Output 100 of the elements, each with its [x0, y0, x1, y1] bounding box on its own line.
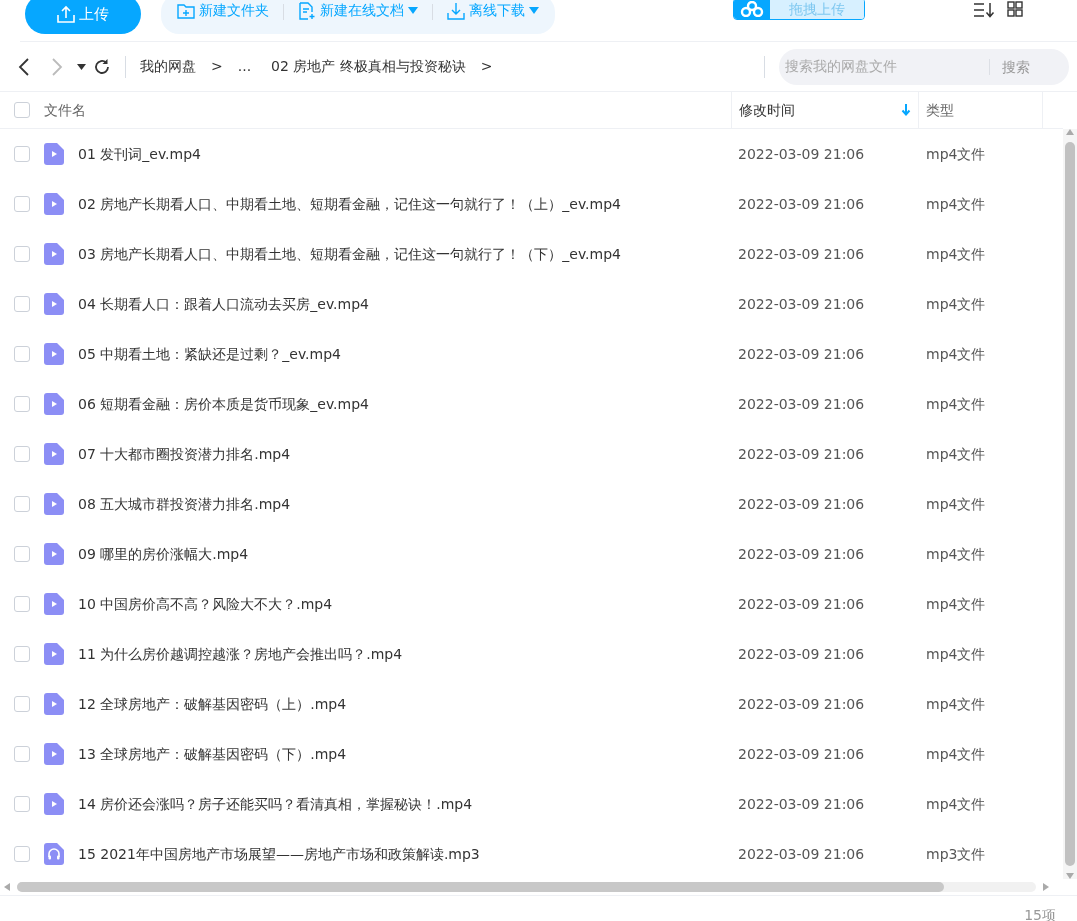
- caret-down-icon[interactable]: [77, 63, 86, 70]
- video-file-icon: [44, 443, 64, 465]
- file-type: mp4文件: [926, 795, 986, 812]
- file-name[interactable]: 11 为什么房价越调控越涨？房地产会推出吗？.mp4: [78, 643, 403, 665]
- video-file-icon: [44, 493, 64, 515]
- item-count: 15项: [1024, 905, 1056, 921]
- scrollbar-thumb[interactable]: [16, 882, 944, 892]
- select-all-checkbox[interactable]: [14, 102, 30, 118]
- row-checkbox[interactable]: [14, 146, 30, 162]
- row-checkbox[interactable]: [14, 396, 30, 412]
- file-type: mp3文件: [926, 845, 986, 862]
- row-checkbox[interactable]: [14, 196, 30, 212]
- vertical-scrollbar[interactable]: [1063, 129, 1077, 879]
- modified-time: 2022-03-09 21:06: [738, 145, 865, 162]
- modified-time: 2022-03-09 21:06: [738, 795, 865, 812]
- modified-time: 2022-03-09 21:06: [738, 195, 865, 212]
- file-name[interactable]: 04 长期看人口：跟着人口流动去买房_ev.mp4: [78, 293, 369, 315]
- column-header[interactable]: 文件名: [44, 99, 86, 121]
- row-checkbox[interactable]: [14, 796, 30, 812]
- file-type: mp4文件: [926, 195, 986, 212]
- file-name[interactable]: 10 中国房价高不高？风险大不大？.mp4: [78, 593, 333, 615]
- refresh-icon[interactable]: [93, 57, 111, 76]
- scrollbar-thumb[interactable]: [1065, 142, 1075, 866]
- video-file-icon: [44, 193, 64, 215]
- video-file-icon: [44, 243, 64, 265]
- modified-time: 2022-03-09 21:06: [738, 645, 865, 662]
- file-name[interactable]: 12 全球房地产：破解基因密码（上）.mp4: [78, 693, 347, 715]
- grid-view-icon[interactable]: [1007, 1, 1023, 17]
- file-name[interactable]: 03 房地产长期看人口、中期看土地、短期看金融，记住这一句就行了！（下）_ev.mp4: [78, 243, 621, 265]
- file-name[interactable]: 05 中期看土地：紧缺还是过剩？_ev.mp4: [78, 343, 341, 365]
- folder-plus-icon: [177, 2, 195, 19]
- caret-down-icon: [529, 6, 539, 15]
- video-file-icon: [44, 593, 64, 615]
- breadcrumb-item[interactable]: 我的网盘: [140, 56, 196, 77]
- modified-time: 2022-03-09 21:06: [738, 395, 865, 412]
- modified-time: 2022-03-09 21:06: [738, 345, 865, 362]
- row-checkbox[interactable]: [14, 246, 30, 262]
- file-name[interactable]: 08 五大城市群投资潜力排名.mp4: [78, 493, 291, 515]
- modified-time: 2022-03-09 21:06: [738, 495, 865, 512]
- file-type: mp4文件: [926, 445, 986, 462]
- modified-time: 2022-03-09 21:06: [738, 545, 865, 562]
- breadcrumb-item[interactable]: ...: [237, 56, 252, 77]
- video-file-icon: [44, 293, 64, 315]
- modified-time: 2022-03-09 21:06: [738, 845, 865, 862]
- row-checkbox[interactable]: [14, 596, 30, 612]
- file-name[interactable]: 07 十大都市圈投资潜力排名.mp4: [78, 443, 291, 465]
- file-name[interactable]: 13 全球房地产：破解基因密码（下）.mp4: [78, 743, 347, 765]
- row-checkbox[interactable]: [14, 846, 30, 862]
- file-type: mp4文件: [926, 495, 986, 512]
- breadcrumb-item[interactable]: 02 房地产 终极真相与投资秘诀: [271, 56, 466, 77]
- file-name[interactable]: 06 短期看金融：房价本质是货币现象_ev.mp4: [78, 393, 369, 415]
- scroll-right-icon[interactable]: [1042, 883, 1049, 891]
- column-header[interactable]: 修改时间: [739, 99, 795, 121]
- row-checkbox[interactable]: [14, 746, 30, 762]
- modified-time: 2022-03-09 21:06: [738, 595, 865, 612]
- video-file-icon: [44, 643, 64, 665]
- scroll-left-icon[interactable]: [3, 883, 10, 891]
- sort-icon[interactable]: [973, 2, 995, 18]
- file-type: mp4文件: [926, 245, 986, 262]
- scroll-down-icon[interactable]: [1066, 873, 1074, 879]
- file-name[interactable]: 14 房价还会涨吗？房子还能买吗？看清真相，掌握秘诀！.mp4: [78, 793, 473, 815]
- file-type: mp4文件: [926, 645, 986, 662]
- row-checkbox[interactable]: [14, 296, 30, 312]
- audio-file-icon: [44, 843, 64, 865]
- file-name[interactable]: 09 哪里的房价涨幅大.mp4: [78, 543, 249, 565]
- row-checkbox[interactable]: [14, 646, 30, 662]
- modified-time: 2022-03-09 21:06: [738, 295, 865, 312]
- file-type: mp4文件: [926, 145, 986, 162]
- column-header[interactable]: 类型: [926, 99, 954, 121]
- row-checkbox[interactable]: [14, 446, 30, 462]
- file-type: mp4文件: [926, 745, 986, 762]
- sort-down-arrow-icon[interactable]: [901, 104, 911, 116]
- breadcrumb-item[interactable]: >: [480, 56, 493, 77]
- file-type: mp4文件: [926, 295, 986, 312]
- file-type: mp4文件: [926, 345, 986, 362]
- scroll-up-icon[interactable]: [1066, 129, 1074, 135]
- row-checkbox[interactable]: [14, 496, 30, 512]
- modified-time: 2022-03-09 21:06: [738, 245, 865, 262]
- video-file-icon: [44, 543, 64, 565]
- video-file-icon: [44, 343, 64, 365]
- file-name[interactable]: 02 房地产长期看人口、中期看土地、短期看金融，记住这一句就行了！（上）_ev.mp4: [78, 193, 621, 215]
- document-plus-icon: [298, 1, 316, 20]
- file-type: mp4文件: [926, 395, 986, 412]
- video-file-icon: [44, 793, 64, 815]
- file-type: mp4文件: [926, 695, 986, 712]
- download-icon: [447, 1, 465, 20]
- modified-time: 2022-03-09 21:06: [738, 695, 865, 712]
- file-name[interactable]: 15 2021年中国房地产市场展望——房地产市场和政策解读.mp3: [78, 843, 480, 865]
- upload-icon: [57, 5, 76, 23]
- file-type: mp4文件: [926, 545, 986, 562]
- caret-down-icon: [408, 6, 418, 15]
- video-file-icon: [44, 693, 64, 715]
- breadcrumb-item[interactable]: >: [211, 56, 223, 77]
- row-checkbox[interactable]: [14, 696, 30, 712]
- row-checkbox[interactable]: [14, 546, 30, 562]
- row-checkbox[interactable]: [14, 346, 30, 362]
- video-file-icon: [44, 743, 64, 765]
- file-name[interactable]: 01 发刊词_ev.mp4: [78, 143, 201, 165]
- video-file-icon: [44, 143, 64, 165]
- modified-time: 2022-03-09 21:06: [738, 745, 865, 762]
